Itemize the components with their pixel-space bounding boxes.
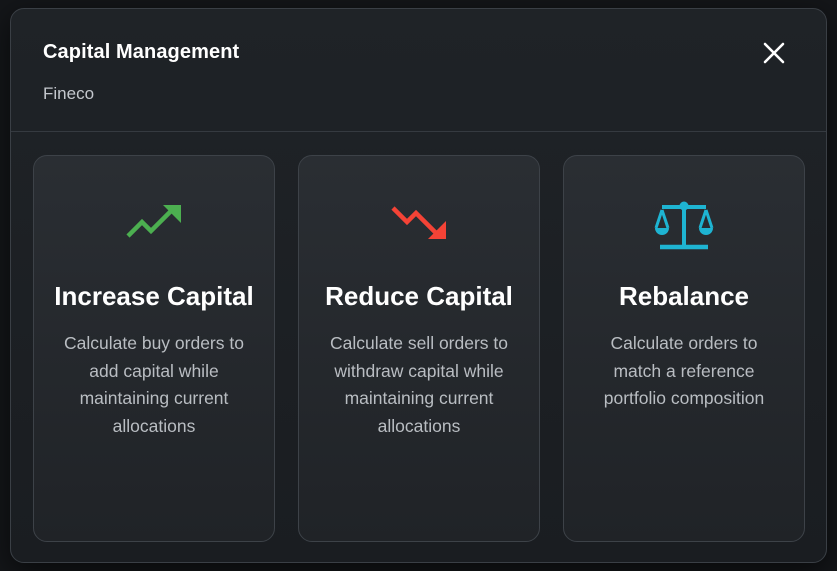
scale-icon (654, 200, 714, 250)
card-title: Increase Capital (54, 281, 254, 311)
dialog-title: Capital Management (43, 41, 240, 63)
options-list: Increase Capital Calculate buy orders to… (33, 155, 805, 542)
increase-capital-card[interactable]: Increase Capital Calculate buy orders to… (33, 155, 275, 542)
close-icon (763, 42, 785, 64)
dialog-subtitle: Fineco (43, 84, 95, 103)
trending-up-icon (124, 200, 184, 244)
close-button[interactable] (762, 41, 786, 65)
card-title: Rebalance (618, 281, 750, 311)
reduce-capital-card[interactable]: Reduce Capital Calculate sell orders to … (298, 155, 540, 542)
capital-management-dialog: Capital Management Fineco Increase Capit… (10, 8, 827, 563)
card-title: Reduce Capital (325, 281, 513, 311)
trending-down-icon (389, 200, 449, 244)
rebalance-card[interactable]: Rebalance Calculate orders to match a re… (563, 155, 805, 542)
card-description: Calculate buy orders to add capital whil… (64, 333, 244, 436)
dialog-header: Capital Management Fineco (11, 9, 826, 132)
card-description: Calculate sell orders to withdraw capita… (330, 333, 508, 436)
card-description: Calculate orders to match a reference po… (603, 333, 765, 408)
